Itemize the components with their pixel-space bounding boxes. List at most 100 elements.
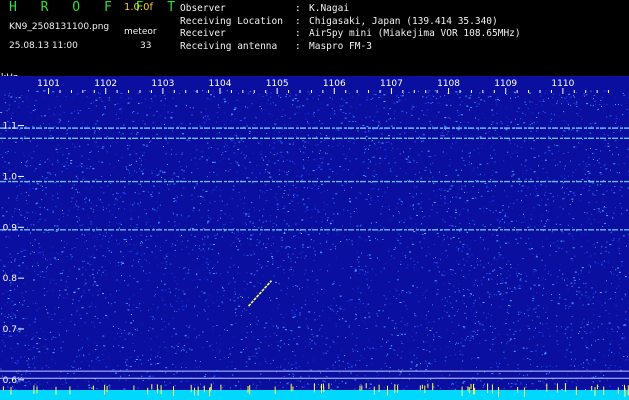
noise-pixel <box>41 115 43 117</box>
noise-pixel <box>332 284 334 286</box>
noise-pixel <box>77 288 79 290</box>
noise-pixel <box>389 118 391 120</box>
noise-pixel <box>119 281 121 283</box>
noise-pixel <box>176 240 178 241</box>
noise-pixel <box>250 324 251 326</box>
noise-pixel <box>514 383 517 385</box>
noise-pixel <box>205 315 207 317</box>
noise-pixel <box>77 368 79 370</box>
noise-pixel <box>266 249 268 251</box>
noise-pixel <box>369 321 371 323</box>
noise-pixel <box>4 344 6 346</box>
noise-pixel <box>117 332 119 334</box>
noise-pixel <box>502 279 504 281</box>
noise-pixel <box>358 308 360 310</box>
noise-pixel <box>224 213 226 215</box>
noise-pixel <box>207 235 209 237</box>
noise-pixel <box>518 285 520 287</box>
noise-pixel <box>102 143 104 145</box>
noise-pixel <box>136 252 138 254</box>
noise-pixel <box>608 225 610 226</box>
noise-pixel <box>422 134 425 136</box>
noise-pixel <box>396 328 397 330</box>
noise-pixel <box>205 374 207 376</box>
noise-pixel <box>323 139 326 141</box>
noise-pixel <box>216 233 218 235</box>
noise-pixel <box>621 265 623 267</box>
noise-pixel <box>581 322 583 324</box>
noise-pixel <box>102 271 104 273</box>
noise-pixel <box>253 253 255 255</box>
noise-pixel <box>581 232 583 234</box>
noise-pixel <box>312 170 315 172</box>
noise-pixel <box>135 253 138 255</box>
noise-pixel <box>302 386 304 388</box>
noise-pixel <box>486 185 488 187</box>
noise-pixel <box>12 112 14 114</box>
noise-pixel <box>67 214 69 216</box>
noise-pixel <box>125 241 127 242</box>
noise-pixel <box>197 269 199 271</box>
noise-pixel <box>366 254 368 256</box>
noise-pixel <box>438 188 440 190</box>
noise-pixel <box>505 213 507 215</box>
noise-pixel <box>43 90 45 92</box>
noise-pixel <box>44 294 46 296</box>
noise-pixel <box>200 383 202 385</box>
noise-pixel <box>494 129 496 131</box>
noise-pixel <box>417 154 420 156</box>
noise-pixel <box>518 313 520 315</box>
noise-pixel <box>530 314 532 316</box>
noise-pixel <box>573 95 574 97</box>
noise-pixel <box>462 246 465 248</box>
noise-pixel <box>222 302 224 304</box>
info-value: Chigasaki, Japan (139.414 35.340) <box>309 15 498 27</box>
noise-pixel <box>22 380 24 382</box>
noise-pixel <box>555 223 557 225</box>
noise-pixel <box>389 219 391 221</box>
noise-pixel <box>529 359 531 360</box>
noise-pixel <box>440 387 441 389</box>
noise-pixel <box>408 316 410 317</box>
noise-pixel <box>69 171 71 173</box>
noise-pixel <box>490 155 491 156</box>
noise-pixel <box>618 285 620 287</box>
noise-pixel <box>470 337 472 339</box>
noise-pixel <box>582 161 584 163</box>
noise-pixel <box>108 99 110 101</box>
noise-pixel <box>532 298 535 299</box>
noise-pixel <box>413 358 415 360</box>
noise-pixel <box>322 310 324 312</box>
noise-pixel <box>594 261 596 263</box>
noise-pixel <box>16 197 18 199</box>
noise-pixel <box>258 227 260 229</box>
noise-pixel <box>528 315 530 317</box>
noise-pixel <box>405 305 407 307</box>
noise-pixel <box>389 170 391 172</box>
noise-pixel <box>589 172 591 174</box>
noise-pixel <box>44 90 46 92</box>
noise-pixel <box>336 233 338 235</box>
noise-pixel <box>503 387 506 389</box>
noise-pixel <box>229 215 231 217</box>
noise-pixel <box>564 196 566 198</box>
noise-pixel <box>559 94 561 96</box>
noise-pixel <box>425 314 427 316</box>
noise-pixel <box>76 310 78 312</box>
noise-pixel <box>626 109 628 111</box>
noise-pixel <box>554 144 556 146</box>
noise-pixel <box>585 233 587 235</box>
noise-pixel <box>393 349 395 351</box>
noise-pixel <box>286 159 288 161</box>
noise-pixel <box>398 97 400 98</box>
noise-pixel <box>372 140 373 142</box>
noise-pixel <box>358 261 360 263</box>
noise-pixel <box>564 333 566 335</box>
noise-pixel <box>202 117 204 119</box>
noise-pixel <box>100 245 102 247</box>
noise-pixel <box>165 117 167 119</box>
noise-pixel <box>458 237 460 239</box>
noise-pixel <box>213 96 216 98</box>
noise-pixel <box>165 135 167 137</box>
noise-pixel <box>115 202 116 204</box>
